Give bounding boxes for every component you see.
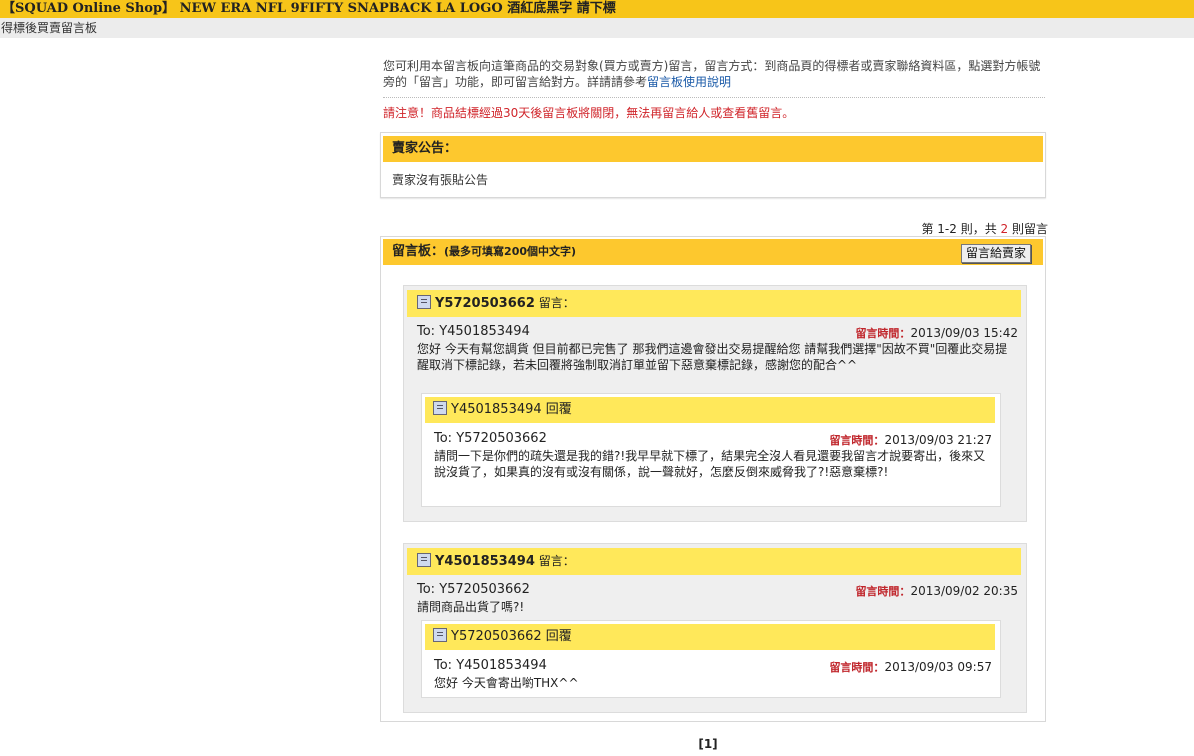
message-body: 請問商品出貨了嗎?! bbox=[417, 600, 525, 614]
warning-text: 請注意！商品結標經過30天後留言板將關閉，無法再留言給人或查看舊留言。 bbox=[383, 106, 795, 120]
message-recipient: To: Y4501853494 bbox=[417, 324, 530, 339]
message-recipient: To: Y5720503662 bbox=[417, 582, 530, 597]
reply-header: Y4501853494 回覆 bbox=[425, 397, 995, 423]
note-icon bbox=[433, 401, 447, 415]
main-content: 您可利用本留言板向這筆商品的交易對象(買方或賣方)留言，留言方式：到商品頁的得標… bbox=[380, 56, 1048, 722]
message-seller-button[interactable]: 留言給賣家 bbox=[960, 244, 1031, 263]
message-user[interactable]: Y5720503662 bbox=[435, 296, 535, 311]
time-value: 2013/09/03 21:27 bbox=[884, 433, 992, 447]
reply-header: Y5720503662 回覆 bbox=[425, 624, 995, 650]
message-time: 留言時間：2013/09/03 15:42 bbox=[855, 325, 1018, 341]
help-link[interactable]: 留言板使用說明 bbox=[647, 75, 731, 89]
time-label: 留言時間： bbox=[855, 585, 911, 598]
seller-notice-box: 賣家公告： 賣家沒有張貼公告 bbox=[380, 132, 1046, 198]
note-icon bbox=[433, 628, 447, 642]
message-board-header: 留言板：(最多可填寫200個中文字) 留言給賣家 bbox=[383, 239, 1043, 265]
time-label: 留言時間： bbox=[829, 434, 885, 447]
message-header: Y5720503662 留言： bbox=[407, 290, 1021, 317]
page-1-link[interactable]: [1] bbox=[698, 737, 717, 751]
reply-time: 留言時間：2013/09/03 09:57 bbox=[829, 659, 992, 675]
message-count-prefix: 第 1-2 則，共 bbox=[921, 222, 1001, 236]
message-board-limit: (最多可填寫200個中文字) bbox=[444, 245, 577, 258]
reply-time: 留言時間：2013/09/03 21:27 bbox=[829, 432, 992, 448]
message-action: 留言： bbox=[534, 296, 575, 310]
reply-recipient: To: Y5720503662 bbox=[434, 431, 547, 446]
note-icon bbox=[417, 295, 431, 309]
message-time: 留言時間：2013/09/02 20:35 bbox=[855, 583, 1018, 599]
time-value: 2013/09/03 15:42 bbox=[910, 326, 1018, 340]
reply-item: Y4501853494 回覆 To: Y5720503662 留言時間：2013… bbox=[421, 393, 1001, 507]
item-title: 【SQUAD Online Shop】 NEW ERA NFL 9FIFTY S… bbox=[2, 1, 616, 16]
message-board: 留言板：(最多可填寫200個中文字) 留言給賣家 Y5720503662 留言：… bbox=[380, 236, 1046, 722]
message-body: 您好 今天有幫您調貨 但目前都已完售了 那我們這邊會發出交易提醒給您 請幫我們選… bbox=[417, 342, 1008, 372]
reply-item: Y5720503662 回覆 To: Y4501853494 留言時間：2013… bbox=[421, 620, 1001, 698]
message-user[interactable]: Y4501853494 bbox=[435, 554, 535, 569]
seller-notice-body: 賣家沒有張貼公告 bbox=[392, 173, 489, 187]
divider bbox=[383, 97, 1045, 98]
reply-body: 請問一下是你們的疏失還是我的錯?!我早早就下標了，結果完全沒人看見還要我留言才說… bbox=[434, 449, 986, 479]
reply-action: 回覆 bbox=[541, 402, 572, 417]
note-icon bbox=[417, 553, 431, 567]
board-subtitle-bar: 得標後買賣留言板 bbox=[0, 18, 1194, 38]
time-value: 2013/09/02 20:35 bbox=[910, 584, 1018, 598]
page-title-bar: 【SQUAD Online Shop】 NEW ERA NFL 9FIFTY S… bbox=[0, 0, 1194, 18]
pagination: [1] bbox=[0, 737, 1194, 751]
reply-body: 您好 今天會寄出喲THX^^ bbox=[434, 676, 579, 690]
reply-action: 回覆 bbox=[541, 629, 572, 644]
intro-text: 您可利用本留言板向這筆商品的交易對象(買方或賣方)留言，留言方式：到商品頁的得標… bbox=[380, 56, 1048, 90]
message-action: 留言： bbox=[534, 554, 575, 568]
reply-user[interactable]: Y5720503662 bbox=[451, 629, 542, 644]
time-value: 2013/09/03 09:57 bbox=[884, 660, 992, 674]
reply-user[interactable]: Y4501853494 bbox=[451, 402, 542, 417]
message-item: Y4501853494 留言： To: Y5720503662 留言時間：201… bbox=[403, 543, 1027, 713]
board-page-label: 得標後買賣留言板 bbox=[1, 21, 98, 35]
message-board-title: 留言板： bbox=[392, 244, 445, 259]
seller-notice-title: 賣家公告： bbox=[383, 136, 1043, 162]
message-header: Y4501853494 留言： bbox=[407, 548, 1021, 575]
message-count: 第 1-2 則，共 2 則留言 bbox=[921, 220, 1048, 237]
reply-recipient: To: Y4501853494 bbox=[434, 658, 547, 673]
message-item: Y5720503662 留言： To: Y4501853494 留言時間：201… bbox=[403, 285, 1027, 522]
message-count-suffix: 則留言 bbox=[1008, 222, 1048, 236]
time-label: 留言時間： bbox=[829, 661, 885, 674]
time-label: 留言時間： bbox=[855, 327, 911, 340]
